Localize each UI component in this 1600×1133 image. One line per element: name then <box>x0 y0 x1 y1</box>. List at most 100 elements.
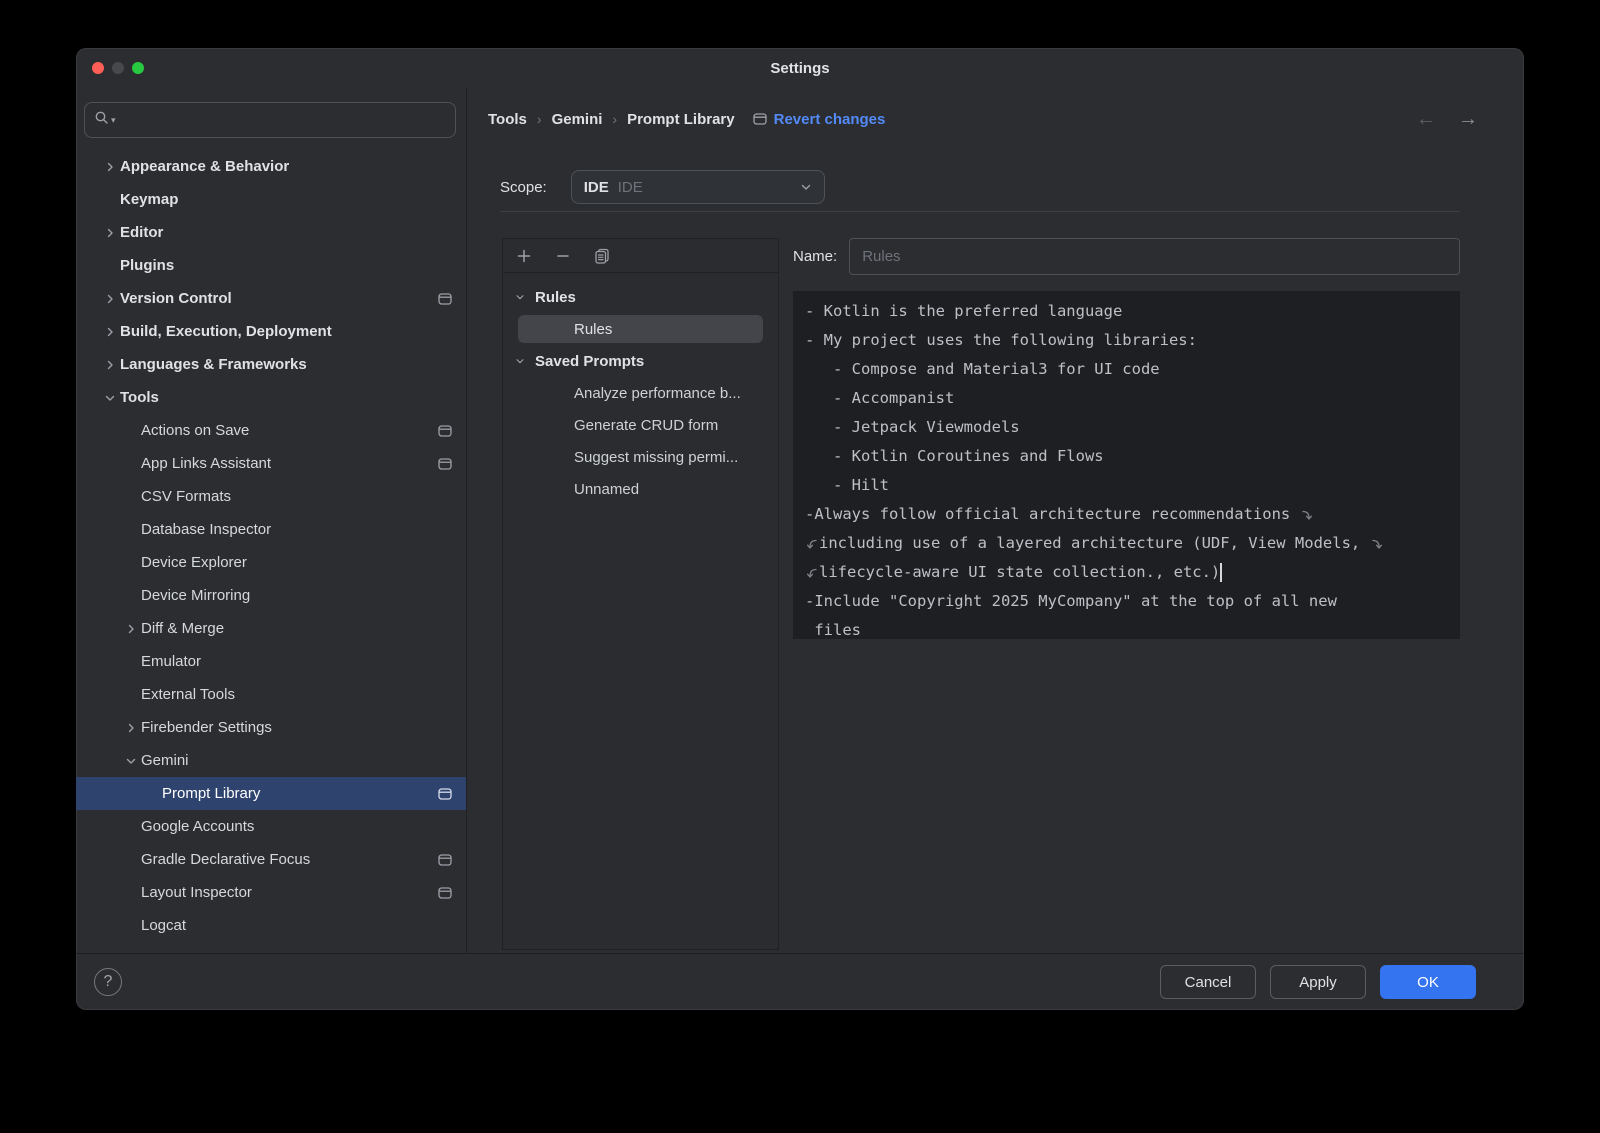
chevron-right-icon[interactable] <box>100 359 120 371</box>
sidebar-item-label: Gradle Declarative Focus <box>141 851 310 868</box>
sidebar-item-label: Layout Inspector <box>141 884 252 901</box>
sidebar-item-device-mirroring[interactable]: Device Mirroring <box>76 579 466 612</box>
name-field[interactable] <box>849 238 1460 275</box>
editor-line: - Kotlin Coroutines and Flows <box>805 442 1454 471</box>
close-window-icon[interactable] <box>92 62 104 74</box>
minimize-window-icon[interactable] <box>112 62 124 74</box>
chevron-down-icon[interactable] <box>503 291 525 303</box>
sidebar-item-gradle-declarative-focus[interactable]: Gradle Declarative Focus <box>76 843 466 876</box>
sidebar-item-device-explorer[interactable]: Device Explorer <box>76 546 466 579</box>
remove-prompt-button[interactable] <box>555 248 571 264</box>
prompt-tree-group-rules[interactable]: Rules <box>503 281 778 313</box>
search-input[interactable]: ▾ <box>84 102 456 138</box>
cancel-button[interactable]: Cancel <box>1160 965 1256 999</box>
sidebar-item-layout-inspector[interactable]: Layout Inspector <box>76 876 466 909</box>
sidebar-item-csv-formats[interactable]: CSV Formats <box>76 480 466 513</box>
chevron-right-icon[interactable] <box>121 623 141 635</box>
chevron-right-icon[interactable] <box>121 722 141 734</box>
sidebar-item-build-execution-deployment[interactable]: Build, Execution, Deployment <box>76 315 466 348</box>
prompt-list-toolbar <box>503 239 778 273</box>
editor-line-text: - Jetpack Viewmodels <box>805 413 1020 442</box>
sidebar-item-editor[interactable]: Editor <box>76 216 466 249</box>
ok-button[interactable]: OK <box>1380 965 1476 999</box>
chevron-down-icon <box>800 181 812 193</box>
sidebar-item-database-inspector[interactable]: Database Inspector <box>76 513 466 546</box>
scope-select[interactable]: IDE IDE <box>571 170 825 204</box>
breadcrumb: Tools›Gemini›Prompt Library Revert chang… <box>488 104 1478 134</box>
sidebar-item-appearance-behavior[interactable]: Appearance & Behavior <box>76 150 466 183</box>
prompt-tree-item-analyze-performance-b[interactable]: Analyze performance b... <box>503 377 778 409</box>
help-button[interactable]: ? <box>94 968 122 996</box>
prompt-tree-label: Unnamed <box>503 481 639 498</box>
breadcrumb-item-gemini[interactable]: Gemini <box>552 111 603 128</box>
rules-editor[interactable]: - Kotlin is the preferred language- My p… <box>793 291 1460 639</box>
search-dropdown-arrow-icon[interactable]: ▾ <box>111 115 116 126</box>
sidebar-item-label: Editor <box>120 224 163 241</box>
prompt-tree-group-saved-prompts[interactable]: Saved Prompts <box>503 345 778 377</box>
sidebar-item-label: Languages & Frameworks <box>120 356 307 373</box>
editor-line: including use of a layered architecture … <box>805 529 1454 558</box>
editor-line-text: -Always follow official architecture rec… <box>805 500 1300 529</box>
sidebar-item-label: Prompt Library <box>162 785 260 802</box>
breadcrumb-item-tools[interactable]: Tools <box>488 111 527 128</box>
prompt-tree-item-generate-crud-form[interactable]: Generate CRUD form <box>503 409 778 441</box>
prompt-tree-label: Analyze performance b... <box>503 385 741 402</box>
prompt-tree-item-suggest-missing-permi[interactable]: Suggest missing permi... <box>503 441 778 473</box>
sidebar-item-label: Actions on Save <box>141 422 249 439</box>
chevron-down-icon[interactable] <box>503 355 525 367</box>
sidebar-item-logcat[interactable]: Logcat <box>76 909 466 942</box>
chevron-down-icon[interactable] <box>100 392 120 404</box>
editor-line-text: lifecycle-aware UI state collection., et… <box>819 558 1220 587</box>
sidebar-item-actions-on-save[interactable]: Actions on Save <box>76 414 466 447</box>
chevron-right-icon[interactable] <box>100 293 120 305</box>
prompt-tree-item-rules[interactable]: Rules <box>518 315 763 343</box>
add-prompt-button[interactable] <box>516 248 532 264</box>
zoom-window-icon[interactable] <box>132 62 144 74</box>
back-arrow-icon[interactable]: ← <box>1416 108 1436 131</box>
sidebar-item-label: External Tools <box>141 686 235 703</box>
sidebar-item-languages-frameworks[interactable]: Languages & Frameworks <box>76 348 466 381</box>
revert-changes-link[interactable]: Revert changes <box>774 111 886 128</box>
sidebar-item-firebender-settings[interactable]: Firebender Settings <box>76 711 466 744</box>
breadcrumb-item-prompt-library[interactable]: Prompt Library <box>627 111 735 128</box>
sidebar-item-label: Version Control <box>120 290 232 307</box>
prompt-tree-label: Rules <box>525 289 576 306</box>
editor-line: - Kotlin is the preferred language <box>805 297 1454 326</box>
sidebar-item-emulator[interactable]: Emulator <box>76 645 466 678</box>
scope-selected-value: IDE <box>618 179 643 196</box>
sidebar-item-label: Device Mirroring <box>141 587 250 604</box>
sidebar-item-external-tools[interactable]: External Tools <box>76 678 466 711</box>
title-bar[interactable]: Settings <box>76 48 1524 88</box>
chevron-down-icon[interactable] <box>121 755 141 767</box>
sidebar-item-plugins[interactable]: Plugins <box>76 249 466 282</box>
soft-wrap-icon <box>1371 537 1383 551</box>
sidebar-item-label: Plugins <box>120 257 174 274</box>
sidebar-item-tools[interactable]: Tools <box>76 381 466 414</box>
sidebar-item-label: Logcat <box>141 917 186 934</box>
sidebar-item-label: Tools <box>120 389 159 406</box>
traffic-lights <box>92 62 144 74</box>
sidebar-item-gemini[interactable]: Gemini <box>76 744 466 777</box>
prompt-tree-label: Suggest missing permi... <box>503 449 738 466</box>
sidebar-item-label: Firebender Settings <box>141 719 272 736</box>
sidebar-item-label: Diff & Merge <box>141 620 224 637</box>
sidebar-item-prompt-library[interactable]: Prompt Library <box>76 777 466 810</box>
chevron-right-icon[interactable] <box>100 326 120 338</box>
editor-line-text: - Compose and Material3 for UI code <box>805 355 1160 384</box>
chevron-right-icon[interactable] <box>100 227 120 239</box>
chevron-right-icon[interactable] <box>100 161 120 173</box>
sidebar-item-version-control[interactable]: Version Control <box>76 282 466 315</box>
sidebar-item-keymap[interactable]: Keymap <box>76 183 466 216</box>
sidebar-item-app-links-assistant[interactable]: App Links Assistant <box>76 447 466 480</box>
sidebar-item-google-accounts[interactable]: Google Accounts <box>76 810 466 843</box>
ide-settings-badge-icon <box>438 887 452 899</box>
forward-arrow-icon[interactable]: → <box>1458 108 1478 131</box>
editor-line: - Compose and Material3 for UI code <box>805 355 1454 384</box>
duplicate-prompt-button[interactable] <box>594 248 610 264</box>
prompt-tree-item-unnamed[interactable]: Unnamed <box>503 473 778 505</box>
name-label: Name: <box>793 248 837 265</box>
prompt-tree: RulesRulesSaved PromptsAnalyze performan… <box>503 273 778 505</box>
editor-line: - Accompanist <box>805 384 1454 413</box>
sidebar-item-diff-merge[interactable]: Diff & Merge <box>76 612 466 645</box>
apply-button[interactable]: Apply <box>1270 965 1366 999</box>
